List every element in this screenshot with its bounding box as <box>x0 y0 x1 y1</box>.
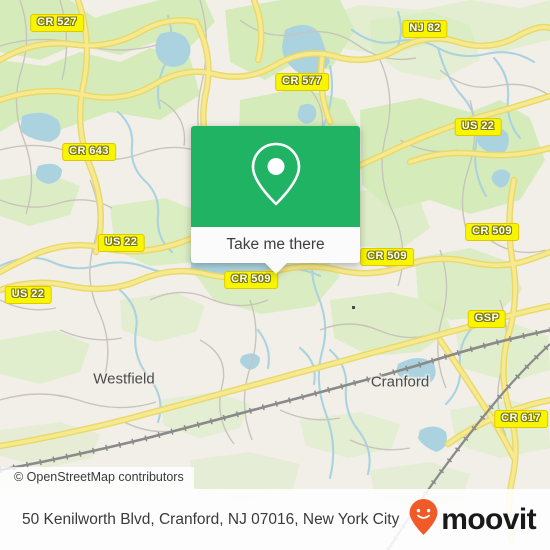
moovit-logo[interactable]: moovit <box>408 498 537 541</box>
road-shield: NJ 82 <box>402 20 448 38</box>
place-label-cranford: Cranford <box>370 373 430 391</box>
moovit-map-screen: CR 527 NJ 82 CR 577 US 22 CR 643 US 22 C… <box>0 0 550 550</box>
road-shield: CR 617 <box>494 410 548 428</box>
callout-action-area[interactable]: Take me there <box>191 227 360 263</box>
road-shield: US 22 <box>454 118 502 136</box>
take-me-there-callout[interactable]: Take me there <box>191 126 360 274</box>
road-shield: CR 509 <box>360 248 414 266</box>
road-shield: CR 577 <box>275 73 329 91</box>
road-shield: CR 643 <box>62 143 116 161</box>
road-shield: CR 509 <box>465 223 519 241</box>
moovit-smiley-pin-icon <box>408 498 439 541</box>
address-text: 50 Kenilworth Blvd, Cranford, NJ 07016, … <box>22 510 400 528</box>
footer-bar: 50 Kenilworth Blvd, Cranford, NJ 07016, … <box>0 489 550 550</box>
take-me-there-label: Take me there <box>226 236 325 253</box>
osm-attribution[interactable]: © OpenStreetMap contributors <box>0 467 194 489</box>
map-canvas[interactable]: CR 527 NJ 82 CR 577 US 22 CR 643 US 22 C… <box>0 0 550 550</box>
road-shield: US 22 <box>4 286 52 304</box>
road-shield: CR 527 <box>30 14 84 32</box>
road-shield: GSP <box>467 310 507 328</box>
moovit-wordmark: moovit <box>441 502 536 536</box>
place-label-westfield: Westfield <box>93 370 155 388</box>
road-shield: US 22 <box>97 234 145 252</box>
callout-icon-area <box>191 126 360 227</box>
callout-tail <box>264 263 287 274</box>
map-pin-icon <box>250 141 302 212</box>
